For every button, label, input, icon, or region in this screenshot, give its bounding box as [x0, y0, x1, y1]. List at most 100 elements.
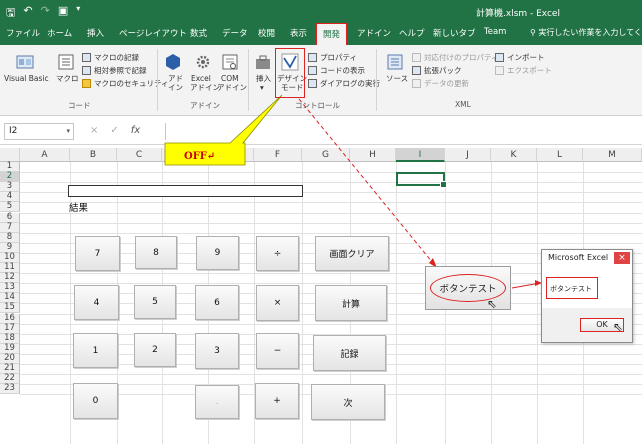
subtract-button[interactable]: −: [256, 333, 299, 369]
column-header-selected[interactable]: I: [396, 148, 445, 162]
tab-help[interactable]: ヘルプ: [399, 27, 425, 39]
digit-4-button[interactable]: 4: [74, 285, 119, 320]
undo-icon[interactable]: ↶: [23, 4, 32, 23]
redo-icon[interactable]: ↷: [41, 4, 50, 23]
column-header[interactable]: M: [583, 148, 642, 162]
map-properties-icon: [412, 53, 421, 62]
add-button[interactable]: +: [255, 383, 299, 419]
map-properties-button[interactable]: 対応付けのプロパティ: [412, 52, 499, 63]
tab-home[interactable]: ホーム: [47, 27, 72, 39]
divide-button[interactable]: ÷: [256, 236, 299, 271]
digit-8-button[interactable]: 8: [135, 236, 177, 269]
column-header[interactable]: G: [302, 148, 350, 162]
select-all-corner[interactable]: [0, 148, 20, 162]
refresh-data-button[interactable]: データの更新: [412, 78, 469, 89]
decimal-button[interactable]: .: [195, 385, 239, 419]
quick-access-toolbar: 🖫 ↶ ↷ ▣ ▾: [6, 4, 80, 23]
column-header[interactable]: B: [70, 148, 117, 162]
tab-formulas[interactable]: 数式: [190, 27, 207, 39]
formula-bar: I2 ▾ × ✓ fx: [0, 117, 642, 145]
camera-icon[interactable]: ▣: [58, 4, 68, 23]
column-header[interactable]: H: [350, 148, 396, 162]
visual-basic-icon: [16, 55, 34, 69]
mouse-cursor-icon: ⇖: [487, 297, 498, 311]
record-macro-button[interactable]: マクロの記録: [82, 52, 139, 63]
row-header[interactable]: 23: [0, 383, 20, 395]
formula-buttons: × ✓ fx: [90, 125, 140, 136]
xml-import-button[interactable]: インポート: [495, 52, 545, 63]
tell-me-search[interactable]: ⚲ 実行したい作業を入力してくださ: [530, 27, 642, 38]
xml-source-icon: [387, 54, 403, 70]
com-addin-icon: [222, 54, 238, 70]
save-icon[interactable]: 🖫: [6, 4, 15, 23]
tab-page-layout[interactable]: ページレイアウト: [119, 27, 187, 39]
formula-input[interactable]: [165, 123, 642, 140]
tab-data[interactable]: データ: [222, 27, 248, 39]
grid-line: [20, 212, 642, 214]
digit-1-button[interactable]: 1: [73, 333, 118, 368]
row-header[interactable]: 15: [0, 303, 20, 314]
calculate-button[interactable]: 計算: [315, 285, 387, 321]
next-button[interactable]: 次: [311, 384, 385, 420]
relative-reference-button[interactable]: 相対参照で記録: [82, 65, 147, 76]
group-separator: [157, 49, 158, 111]
digit-9-button[interactable]: 9: [196, 236, 239, 270]
design-mode-highlight: [275, 48, 305, 98]
macro-security-button[interactable]: マクロのセキュリティ: [82, 78, 169, 89]
name-box[interactable]: I2 ▾: [4, 123, 74, 140]
column-header[interactable]: F: [254, 148, 302, 162]
title-bar: 🖫 ↶ ↷ ▣ ▾ 計算機.xlsm - Excel: [0, 0, 642, 22]
close-icon[interactable]: ×: [614, 252, 630, 264]
tab-insert[interactable]: 挿入: [87, 27, 104, 39]
active-cell[interactable]: [396, 172, 447, 188]
column-header[interactable]: L: [537, 148, 583, 162]
properties-button[interactable]: プロパティ: [308, 52, 357, 63]
mouse-cursor-icon: ⇖: [613, 320, 624, 334]
tab-new[interactable]: 新しいタブ: [433, 27, 476, 39]
column-header[interactable]: K: [491, 148, 537, 162]
code-icon: [308, 66, 317, 75]
xml-export-button[interactable]: エクスポート: [495, 65, 552, 76]
grid-line: [20, 172, 642, 174]
import-icon: [495, 53, 504, 62]
code-group-label: コード: [68, 101, 91, 110]
digit-6-button[interactable]: 6: [195, 285, 239, 320]
cancel-icon[interactable]: ×: [90, 125, 98, 136]
fx-icon[interactable]: fx: [131, 125, 140, 136]
tab-addins[interactable]: アドイン: [357, 27, 391, 39]
multiply-button[interactable]: ×: [256, 285, 299, 321]
tab-view[interactable]: 表示: [290, 27, 307, 39]
chevron-down-icon: ▾: [66, 127, 70, 135]
enter-icon[interactable]: ✓: [110, 125, 118, 136]
callout-text: OFF↵: [184, 151, 216, 162]
view-code-button[interactable]: コードの表示: [308, 65, 365, 76]
column-header[interactable]: J: [445, 148, 491, 162]
column-header[interactable]: C: [117, 148, 162, 162]
properties-icon: [308, 53, 317, 62]
expansion-pack-icon: [412, 66, 421, 75]
record-button[interactable]: 記録: [313, 335, 386, 371]
grid-line: [20, 374, 642, 376]
grid-line: [20, 182, 642, 184]
tab-developer[interactable]: 開発: [316, 23, 348, 45]
button-test-button[interactable]: ボタンテスト: [425, 266, 511, 310]
tab-review[interactable]: 校閲: [258, 27, 275, 39]
tab-team[interactable]: Team: [484, 27, 506, 37]
customize-icon[interactable]: ▾: [76, 4, 80, 23]
window-title: 計算機.xlsm - Excel: [476, 9, 560, 19]
expansion-pack-button[interactable]: 拡張パック: [412, 65, 462, 76]
grid-icon: [82, 66, 91, 75]
tab-file[interactable]: ファイル: [6, 27, 40, 39]
result-label: 結果: [69, 203, 89, 214]
digit-5-button[interactable]: 5: [134, 285, 176, 319]
digit-3-button[interactable]: 3: [195, 333, 239, 369]
digit-2-button[interactable]: 2: [134, 333, 176, 367]
digit-0-button[interactable]: 0: [73, 383, 118, 419]
digit-7-button[interactable]: 7: [75, 236, 120, 271]
clear-screen-button[interactable]: 画面クリア: [315, 236, 389, 271]
xml-group-label: XML: [455, 100, 471, 109]
toolbox-icon: [256, 55, 270, 69]
row-header[interactable]: 5: [0, 202, 20, 213]
run-dialog-button[interactable]: ダイアログの実行: [308, 78, 380, 89]
column-header[interactable]: A: [20, 148, 70, 162]
